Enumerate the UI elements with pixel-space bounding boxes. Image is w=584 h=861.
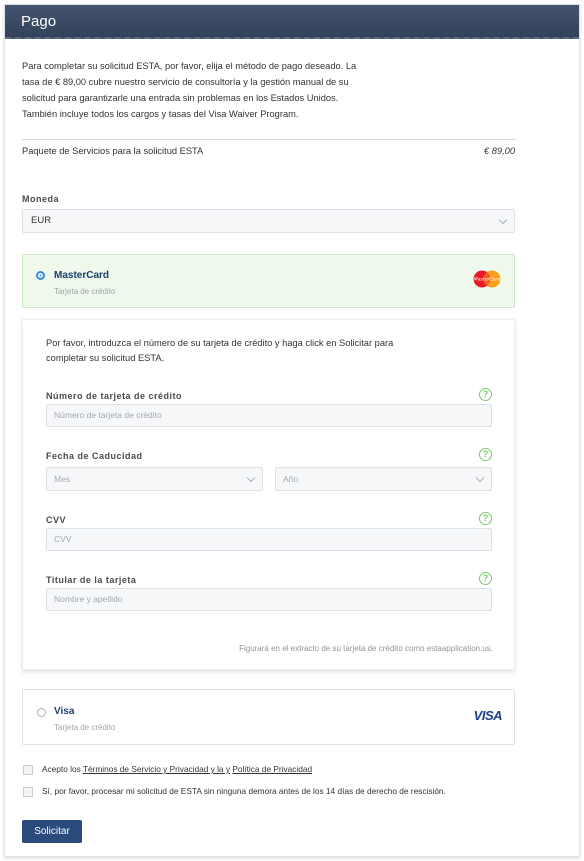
privacy-link[interactable]: Política de Privacidad bbox=[232, 764, 312, 774]
expiry-month-value: Mes bbox=[54, 474, 71, 484]
visa-logo-icon: VISA bbox=[473, 708, 503, 723]
payment-option-mastercard[interactable]: MasterCard Tarjeta de crédito MasterCard bbox=[22, 254, 515, 308]
chevron-down-icon bbox=[498, 215, 508, 225]
card-holder-label: Titular de la tarjeta bbox=[46, 575, 137, 585]
mastercard-radio[interactable] bbox=[36, 271, 45, 280]
payment-option-visa[interactable]: Visa Tarjeta de crédito VISA bbox=[22, 689, 515, 745]
card-number-input[interactable]: Número de tarjeta de crédito bbox=[46, 404, 492, 427]
statement-note: Figurará en el extracto de su tarjeta de… bbox=[239, 644, 493, 653]
payment-card: Pago Para completar su solicitud ESTA, p… bbox=[4, 4, 580, 857]
cvv-input[interactable]: CVV bbox=[46, 528, 492, 551]
terms-checkbox[interactable] bbox=[23, 765, 33, 775]
page-title: Pago bbox=[5, 5, 579, 39]
expiry-month-select[interactable]: Mes bbox=[46, 467, 263, 491]
currency-label: Moneda bbox=[22, 194, 60, 204]
waiver-checkbox[interactable] bbox=[23, 787, 33, 797]
terms-text: Acepto los Términos de Servicio y Privac… bbox=[42, 764, 312, 774]
terms-prefix: Acepto los bbox=[42, 764, 83, 774]
currency-value: EUR bbox=[31, 215, 52, 226]
chevron-down-icon bbox=[246, 473, 256, 483]
help-icon[interactable]: ? bbox=[479, 388, 492, 401]
submit-button[interactable]: Solicitar bbox=[22, 820, 82, 843]
expiry-year-select[interactable]: Año bbox=[275, 467, 492, 491]
package-label: Paquete de Servicios para la solicitud E… bbox=[22, 146, 204, 156]
help-icon[interactable]: ? bbox=[479, 448, 492, 461]
card-form-instructions: Por favor, introduzca el número de su ta… bbox=[46, 338, 394, 363]
svg-text:MasterCard: MasterCard bbox=[474, 277, 501, 283]
mastercard-subtitle: Tarjeta de crédito bbox=[54, 287, 116, 296]
card-number-label: Número de tarjeta de crédito bbox=[46, 391, 183, 401]
expiry-year-value: Año bbox=[283, 474, 299, 484]
help-icon[interactable]: ? bbox=[479, 572, 492, 585]
mastercard-title: MasterCard bbox=[54, 270, 110, 281]
help-icon[interactable]: ? bbox=[479, 512, 492, 525]
card-holder-input[interactable]: Nombre y apellido bbox=[46, 588, 492, 611]
intro-text: Para completar su solicitud ESTA, por fa… bbox=[22, 61, 357, 119]
mastercard-logo-icon: MasterCard bbox=[473, 270, 501, 288]
visa-title: Visa bbox=[54, 706, 75, 717]
expiry-label: Fecha de Caducidad bbox=[46, 451, 143, 461]
waiver-text: Sí, por favor, procesar mi solicitud de … bbox=[42, 786, 446, 796]
divider bbox=[22, 139, 516, 140]
visa-radio[interactable] bbox=[37, 708, 46, 717]
card-form: Por favor, introduzca el número de su ta… bbox=[22, 319, 515, 670]
cvv-label: CVV bbox=[46, 515, 67, 525]
chevron-down-icon bbox=[475, 473, 485, 483]
package-price: € 89,00 bbox=[483, 146, 515, 156]
terms-link[interactable]: Términos de Servicio y Privacidad y la y bbox=[83, 764, 230, 774]
currency-select[interactable]: EUR bbox=[22, 209, 515, 233]
visa-subtitle: Tarjeta de crédito bbox=[54, 723, 116, 732]
